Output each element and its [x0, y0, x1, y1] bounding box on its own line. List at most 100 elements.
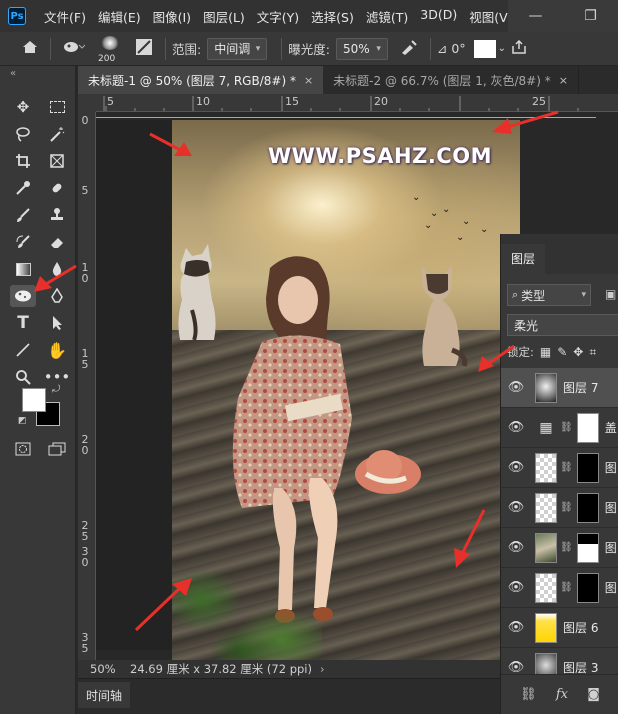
- swap-colors-icon[interactable]: ⤾: [52, 384, 60, 395]
- layer-name: 图: [604, 461, 617, 475]
- sponge-tool-icon[interactable]: [63, 39, 86, 58]
- brush-settings-icon[interactable]: [135, 38, 153, 60]
- eye-icon[interactable]: 👁: [501, 580, 531, 595]
- quick-mask-icon[interactable]: [10, 438, 36, 460]
- eye-icon[interactable]: 👁: [501, 460, 531, 475]
- layer-thumbnail: [535, 492, 557, 523]
- pasteboard: [96, 120, 172, 650]
- layer-filter-select[interactable]: ⌕ 类型 ▾: [507, 284, 591, 306]
- history-brush-tool-icon[interactable]: [10, 231, 36, 253]
- chevron-down-icon: ▾: [581, 290, 586, 300]
- share-icon[interactable]: [512, 39, 526, 58]
- tab-label: 未标题-1 @ 50% (图层 7, RGB/8#) *: [88, 73, 296, 88]
- hand-tool-icon[interactable]: ✋: [44, 339, 70, 361]
- menu-type[interactable]: 文字(Y): [251, 7, 305, 26]
- image-filter-icon[interactable]: ▣: [605, 287, 616, 301]
- eraser-tool-icon[interactable]: [44, 231, 70, 253]
- status-menu-arrow[interactable]: ›: [320, 662, 325, 676]
- minimize-button[interactable]: —: [524, 8, 548, 24]
- marquee-tool-icon[interactable]: [44, 96, 70, 118]
- document-canvas[interactable]: WWW.PSAHZ.COM ⌄ ⌄ ⌄ ⌄ ⌄ ⌄ ⌄: [172, 120, 520, 660]
- lock-image-icon[interactable]: ✎: [557, 345, 567, 359]
- tab-document-1[interactable]: 未标题-1 @ 50% (图层 7, RGB/8#) * ×: [78, 66, 324, 94]
- healing-brush-tool-icon[interactable]: [44, 177, 70, 199]
- tab-document-2[interactable]: 未标题-2 @ 66.7% (图层 1, 灰色/8#) * ×: [323, 66, 579, 94]
- screen-mode-icon[interactable]: [44, 438, 70, 460]
- move-tool-icon[interactable]: ✥: [10, 96, 36, 118]
- fx-icon[interactable]: fx: [556, 687, 568, 702]
- close-icon[interactable]: ×: [304, 74, 313, 87]
- blend-mode-select[interactable]: 柔光: [507, 314, 618, 336]
- type-tool-icon[interactable]: T: [10, 312, 36, 334]
- tab-timeline[interactable]: 时间轴: [78, 682, 131, 708]
- layer-row[interactable]: 👁 ▦ ⛓ 盖: [501, 408, 618, 448]
- menu-file[interactable]: 文件(F): [38, 7, 92, 26]
- mask-icon[interactable]: ◙: [587, 687, 600, 702]
- eyedropper-tool-icon[interactable]: [10, 177, 36, 199]
- brush-preset-picker[interactable]: 200: [95, 34, 125, 64]
- search-icon: ⌕: [512, 288, 519, 301]
- layer-row[interactable]: 👁 ⛓ 图: [501, 488, 618, 528]
- layer-name: 图层 7: [563, 381, 599, 395]
- eye-icon[interactable]: 👁: [501, 540, 531, 555]
- menu-image[interactable]: 图像(I): [147, 7, 197, 26]
- ruler-label: 2 0: [81, 433, 89, 457]
- lock-position-icon[interactable]: ✥: [573, 345, 583, 359]
- lock-transparency-icon[interactable]: ▦: [540, 345, 551, 359]
- zoom-tool-icon[interactable]: [10, 366, 36, 388]
- range-value: 中间调: [214, 42, 251, 56]
- magic-wand-tool-icon[interactable]: [44, 123, 70, 145]
- crop-tool-icon[interactable]: [10, 150, 36, 172]
- frame-tool-icon[interactable]: [44, 150, 70, 172]
- clone-stamp-tool-icon[interactable]: [44, 204, 70, 226]
- layer-row[interactable]: 👁 图层 7: [501, 368, 618, 408]
- chevron-down-icon: ▾: [376, 43, 381, 54]
- brush-tool-icon[interactable]: [10, 204, 36, 226]
- angle-input[interactable]: [473, 39, 496, 58]
- close-icon[interactable]: ×: [559, 74, 568, 87]
- path-selection-tool-icon[interactable]: [44, 312, 70, 334]
- menu-edit[interactable]: 编辑(E): [92, 7, 147, 26]
- annotation-arrow: [134, 578, 192, 632]
- tab-layers[interactable]: 图层: [501, 244, 546, 274]
- layer-row[interactable]: 👁 图层 3: [501, 648, 618, 674]
- options-separator: [281, 37, 283, 60]
- angle-value[interactable]: ⊿ 0°: [437, 41, 466, 56]
- bird-icon: ⌄: [456, 232, 465, 243]
- bird-icon: ⌄: [412, 192, 421, 203]
- ruler-label: 2 5: [81, 519, 89, 543]
- layer-row[interactable]: 👁 图层 6: [501, 608, 618, 648]
- menu-filter[interactable]: 滤镜(T): [360, 7, 414, 26]
- exposure-input[interactable]: 50% ▾: [335, 37, 388, 60]
- eye-icon[interactable]: 👁: [501, 660, 531, 674]
- ruler-corner[interactable]: [78, 94, 96, 112]
- eye-icon[interactable]: 👁: [501, 620, 531, 635]
- airbrush-icon[interactable]: [400, 39, 418, 59]
- collapse-toolbar-icon[interactable]: «: [10, 68, 16, 79]
- restore-button[interactable]: ❐: [579, 8, 603, 24]
- eye-icon[interactable]: 👁: [501, 420, 531, 435]
- zoom-level[interactable]: 50%: [90, 662, 128, 676]
- document-dimensions: 24.69 厘米 x 37.82 厘米 (72 ppi): [130, 662, 312, 676]
- ruler-label: 20: [374, 95, 388, 108]
- menu-3d[interactable]: 3D(D): [414, 7, 463, 26]
- home-icon[interactable]: [22, 39, 38, 58]
- options-bar: 200 范围: 中间调 ▾ 曝光度: 50% ▾ ⊿ 0° ⌄: [0, 32, 618, 66]
- link-icon[interactable]: ⛓: [520, 687, 537, 702]
- range-select[interactable]: 中间调 ▾: [207, 37, 268, 60]
- menu-layer[interactable]: 图层(L): [197, 7, 251, 26]
- lasso-tool-icon[interactable]: [10, 123, 36, 145]
- layer-row[interactable]: 👁 ⛓ 图: [501, 448, 618, 488]
- line-tool-icon[interactable]: [10, 339, 36, 361]
- eye-icon[interactable]: 👁: [501, 380, 531, 395]
- default-colors-icon[interactable]: ◩: [18, 416, 27, 426]
- eye-icon[interactable]: 👁: [501, 500, 531, 515]
- foreground-color-swatch[interactable]: [22, 388, 46, 412]
- bird-icon: ⌄: [480, 224, 489, 235]
- layer-row[interactable]: 👁 ⛓ 图: [501, 568, 618, 608]
- chevron-down-icon[interactable]: ⌄: [498, 43, 506, 54]
- menu-select[interactable]: 选择(S): [305, 7, 360, 26]
- lock-artboard-icon[interactable]: ⌗: [589, 345, 596, 360]
- ruler-vertical[interactable]: 0 5 1 0 1 5 2 0 2 5 3 0 3 5: [78, 112, 96, 660]
- layer-row[interactable]: 👁 ⛓ 图: [501, 528, 618, 568]
